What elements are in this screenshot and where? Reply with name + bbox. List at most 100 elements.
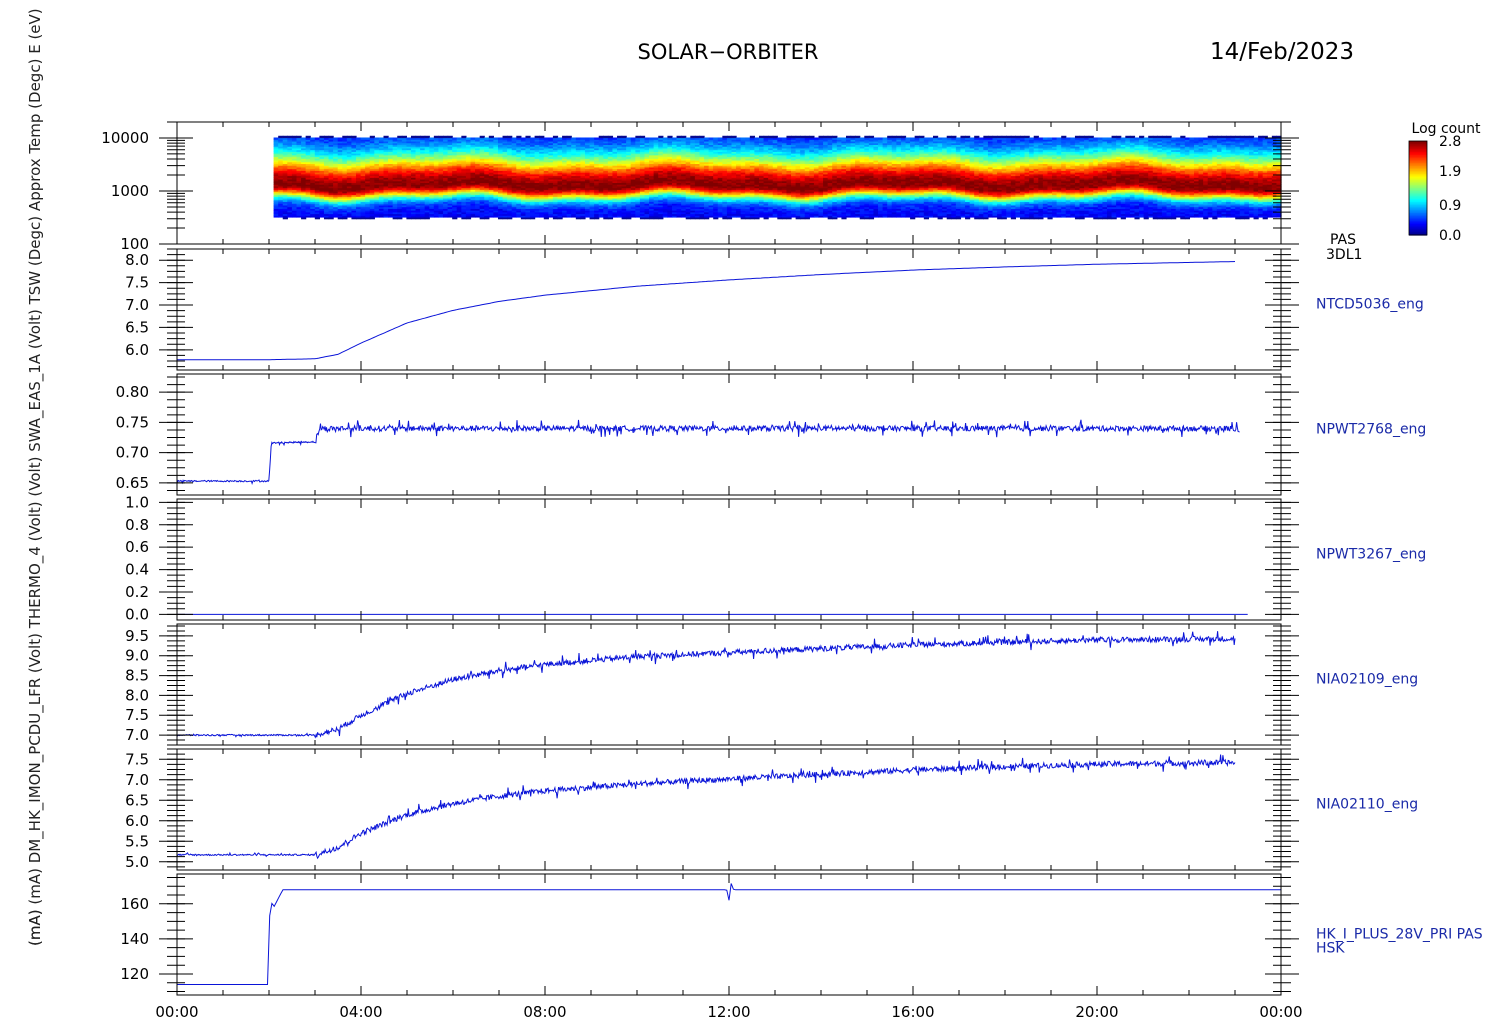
- heatmap-cell: [530, 137, 536, 140]
- heatmap-cell: [333, 137, 339, 140]
- telemetry-figure: SOLAR−ORBITER 14/Feb/2023 (mA) (mA) DM_H…: [26, 8, 1483, 1020]
- heatmap-cell: [644, 137, 650, 140]
- heatmap-cell: [740, 137, 746, 140]
- heatmap-cell: [685, 137, 691, 140]
- heatmap-cell: [378, 137, 385, 140]
- heatmap-cell: [484, 137, 490, 140]
- heatmap-cell: [520, 137, 527, 140]
- heatmap-cell: [580, 137, 586, 140]
- heatmap-cell: [704, 137, 710, 140]
- heatmap-cell: [415, 135, 421, 139]
- heatmap-cell: [447, 135, 453, 139]
- panel-0: 100001000100 PAS3DL1: [101, 121, 1362, 263]
- heatmap-cell: [374, 137, 380, 140]
- heatmap-cell: [328, 135, 334, 139]
- heatmap-cell: [653, 137, 659, 140]
- heatmap-cell: [493, 137, 499, 140]
- heatmap-cell: [410, 135, 417, 139]
- heatmap-cell: [406, 137, 412, 140]
- heatmap-cell: [603, 135, 609, 139]
- heatmap-cell: [369, 135, 375, 139]
- heatmap-cell: [314, 137, 320, 140]
- heatmap-cell: [282, 135, 288, 139]
- heatmap-cell: [310, 137, 316, 140]
- heatmap-cell: [319, 135, 325, 139]
- heatmap-cell: [360, 137, 366, 140]
- date-label: 14/Feb/2023: [1210, 39, 1354, 65]
- heatmap-cell: [658, 135, 664, 139]
- heatmap-cell: [424, 135, 430, 139]
- heatmap-cell: [713, 137, 719, 140]
- heatmap-cell: [594, 137, 600, 140]
- heatmap-cell: [525, 135, 531, 139]
- y-axis-labels-overlap: (mA) (mA) DM_HK_IMON_PCDU_LFR (Volt) THE…: [26, 8, 45, 946]
- heatmap-cell: [726, 135, 733, 139]
- heatmap-cell: [566, 135, 572, 139]
- heatmap-cell: [630, 137, 636, 140]
- heatmap-cell: [694, 135, 701, 139]
- heatmap-cell: [626, 137, 632, 140]
- heatmap-cell: [383, 135, 389, 139]
- heatmap-cell: [708, 137, 714, 140]
- panels-group: 100001000100 PAS3DL18.07.57.06.56.0NTCD50…: [101, 121, 1483, 996]
- heatmap-cell: [649, 137, 655, 140]
- heatmap-cell: [305, 135, 311, 139]
- heatmap-cell: [401, 135, 407, 139]
- heatmap-cell: [754, 137, 760, 140]
- heatmap-cell: [731, 135, 737, 139]
- heatmap-cell: [575, 137, 581, 140]
- heatmap-cell: [461, 135, 467, 139]
- heatmap-cell: [420, 135, 426, 139]
- heatmap-cell: [507, 135, 513, 139]
- heatmap-cell: [690, 135, 696, 139]
- heatmap-cell: [557, 137, 563, 140]
- heatmap-cell: [438, 135, 444, 139]
- heatmap-cell: [397, 135, 403, 139]
- heatmap-cell: [635, 135, 641, 139]
- heatmap-cell: [273, 137, 279, 140]
- heatmap-cell: [543, 137, 549, 140]
- heatmap-cell: [612, 137, 618, 140]
- heatmap-cell: [598, 135, 604, 139]
- heatmap-cell: [562, 135, 568, 139]
- heatmap-cell: [470, 137, 476, 140]
- heatmap-cell: [497, 137, 504, 140]
- heatmap-cell: [479, 135, 485, 139]
- heatmap-cell: [736, 137, 742, 140]
- heatmap-cell: [722, 135, 728, 139]
- heatmap-cell: [429, 137, 435, 140]
- heatmap-cell: [301, 137, 307, 140]
- heatmap-cell: [552, 135, 559, 139]
- heatmap-cell: [539, 135, 545, 139]
- heatmap-cell: [388, 137, 394, 140]
- heatmap-cell: [749, 135, 756, 139]
- heatmap-cell: [681, 135, 687, 139]
- heatmap-cell: [452, 137, 458, 140]
- heatmap-cell: [671, 137, 678, 140]
- heatmap-cell: [443, 135, 449, 139]
- heatmap-cell: [291, 135, 298, 139]
- heatmap-cell: [342, 135, 348, 139]
- heatmap-cell: [621, 135, 627, 139]
- heatmap-cell: [502, 135, 508, 139]
- heatmap-cell: [337, 137, 343, 140]
- heatmap-cell: [584, 137, 591, 140]
- heatmap-cell: [346, 135, 353, 139]
- heatmap-cell: [667, 135, 673, 139]
- heatmap-cell: [699, 135, 705, 139]
- heatmap-cell: [278, 135, 284, 139]
- heatmap-cell: [392, 137, 398, 140]
- heatmap-cell: [433, 135, 440, 139]
- heatmap-cell: [287, 135, 293, 139]
- heatmap-cell: [745, 137, 751, 140]
- heatmap-cell: [351, 135, 357, 139]
- heatmap-cell: [296, 135, 302, 139]
- heatmap-cell: [589, 137, 595, 140]
- heatmap-cell: [617, 135, 623, 139]
- heatmap-cell: [511, 137, 517, 140]
- heatmap-cell: [516, 135, 522, 139]
- heatmap-cell: [548, 137, 554, 140]
- heatmap-cell: [365, 137, 371, 140]
- heatmap-cell: [662, 137, 668, 140]
- heatmap-cell: [717, 137, 723, 140]
